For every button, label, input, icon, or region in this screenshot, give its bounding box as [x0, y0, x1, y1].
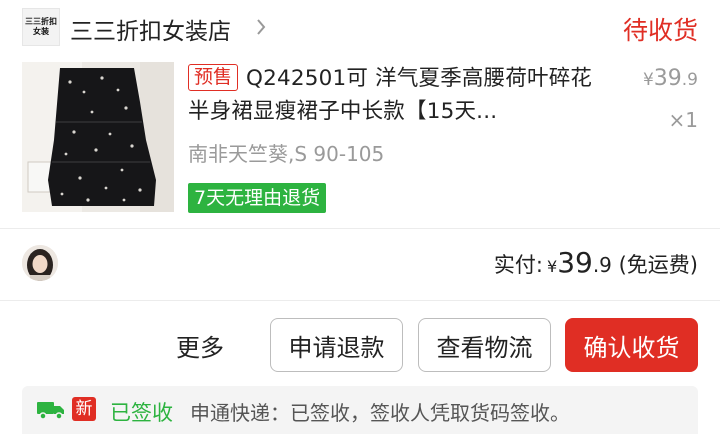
divider	[0, 300, 720, 301]
total-integer: 39	[557, 246, 593, 279]
product-image[interactable]	[22, 62, 174, 212]
shop-name[interactable]: 三三折扣女装店	[70, 12, 231, 46]
shop-logo-line2: 女装	[33, 27, 49, 36]
shop-header: 三三折扣 女装 三三折扣女装店 待收货	[0, 0, 720, 56]
product-title[interactable]: Q242501可 洋气夏季高腰荷叶碎花半身裙显瘦裙子中长款【15天...	[188, 62, 606, 128]
price-integer: 39	[653, 66, 682, 91]
shop-logo-line1: 三三折扣	[25, 17, 57, 26]
truck-icon	[36, 399, 66, 425]
logistics-detail: 申通快递：已签收，签收人凭取货码签收。	[190, 401, 570, 425]
divider	[0, 228, 720, 229]
refund-button[interactable]: 申请退款	[270, 318, 403, 372]
product-sku: 南非天竺葵,S 90-105	[188, 142, 385, 166]
confirm-receipt-button[interactable]: 确认收货	[565, 318, 698, 372]
shop-logo[interactable]: 三三折扣 女装	[22, 8, 60, 46]
order-status: 待收货	[622, 16, 698, 45]
price-decimal: .9	[681, 70, 698, 90]
view-logistics-button[interactable]: 查看物流	[418, 318, 551, 372]
more-button[interactable]: 更多	[160, 318, 240, 372]
product-quantity: ×1	[668, 108, 698, 132]
avatar	[22, 245, 58, 281]
logistics-bar[interactable]: 新 已签收 申通快递：已签收，签收人凭取货码签收。	[22, 386, 698, 434]
new-badge: 新	[72, 397, 96, 421]
shipping-note: (免运费)	[618, 253, 698, 277]
paid-label: 实付:	[493, 253, 543, 277]
currency-symbol: ¥	[547, 257, 558, 276]
return-policy-badge: 7天无理由退货	[188, 183, 327, 213]
price-symbol: ¥	[642, 70, 654, 90]
delivery-status: 已签收	[110, 401, 173, 425]
chevron-right-icon[interactable]	[256, 18, 266, 40]
product-price: ¥39.9	[643, 66, 698, 91]
order-total: 实付: ¥39.9 (免运费)	[494, 246, 698, 279]
total-decimal: .9	[592, 253, 612, 277]
